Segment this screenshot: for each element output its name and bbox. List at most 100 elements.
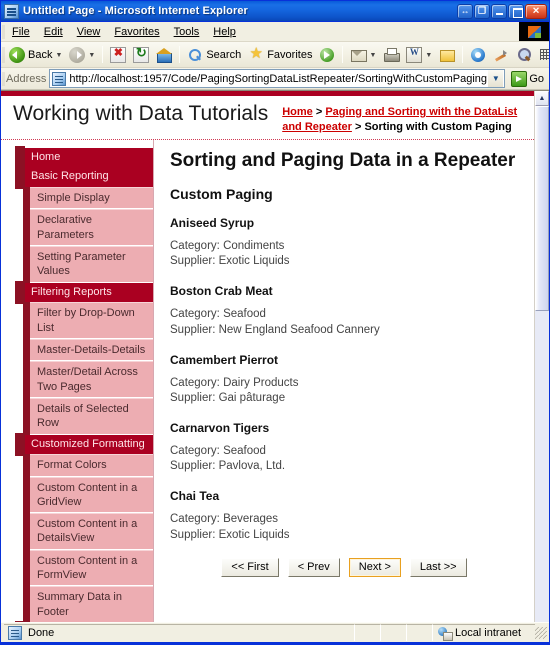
- status-panel-blank-2: [379, 624, 406, 641]
- category-value: Beverages: [223, 513, 279, 526]
- menu-help-label: Help: [213, 25, 236, 38]
- toolbar-separator: [102, 46, 104, 63]
- home-icon: [156, 47, 173, 63]
- home-button[interactable]: [153, 44, 175, 66]
- go-arrow-icon: [511, 70, 528, 87]
- sidebar-item-master-details-details[interactable]: Master-Details-Details: [30, 339, 153, 362]
- category-label: Category:: [170, 513, 220, 526]
- sidebar-item-setting-parameter-values[interactable]: Setting Parameter Values: [30, 246, 153, 283]
- status-panel-blank-1: [353, 624, 380, 641]
- messenger-button[interactable]: [467, 44, 489, 66]
- window-bottom-edge: [1, 642, 549, 644]
- vertical-scrollbar[interactable]: ▲: [534, 91, 549, 622]
- address-label: Address: [6, 72, 47, 85]
- menu-help[interactable]: Help: [206, 24, 243, 40]
- mail-button[interactable]: ▼: [347, 44, 379, 66]
- product-item: Carnarvon Tigers Category: Seafood Suppl…: [170, 421, 518, 474]
- print-icon: [383, 47, 401, 63]
- restore-window-button[interactable]: ❐: [474, 3, 490, 19]
- breadcrumb-separator: >: [351, 120, 365, 133]
- chevron-down-icon[interactable]: ▼: [88, 52, 95, 59]
- windows-flag-icon: [527, 25, 541, 38]
- prev-page-button[interactable]: < Prev: [287, 557, 340, 577]
- search-button[interactable]: Search: [184, 44, 244, 66]
- sidebar-item-format-colors[interactable]: Format Colors: [30, 454, 153, 477]
- grid-button[interactable]: [536, 44, 549, 66]
- window-title: Untitled Page - Microsoft Internet Explo…: [23, 5, 248, 17]
- chevron-down-icon[interactable]: ▼: [369, 52, 376, 59]
- supplier-value: Pavlova, Ltd.: [218, 460, 286, 473]
- menu-view-label: View: [76, 25, 101, 38]
- scrollbar-track[interactable]: [535, 106, 549, 622]
- resize-grip[interactable]: [535, 626, 547, 639]
- back-icon: [9, 46, 25, 63]
- product-name: Chai Tea: [170, 489, 220, 504]
- product-name: Boston Crab Meat: [170, 284, 273, 299]
- minimize-button[interactable]: [491, 3, 507, 19]
- address-input[interactable]: http://localhost:1957/Code/PagingSorting…: [49, 69, 506, 88]
- sidebar-item-details-of-selected-row[interactable]: Details of Selected Row: [30, 397, 153, 435]
- address-history-chevron-down-icon[interactable]: ▼: [488, 70, 504, 87]
- messenger-icon: [470, 47, 486, 63]
- restore-window-icon: ❐: [477, 5, 487, 15]
- forward-button[interactable]: ▼: [66, 44, 98, 66]
- sidebar-item-declarative-parameters[interactable]: Declarative Parameters: [30, 209, 153, 247]
- menu-file[interactable]: File: [5, 24, 37, 40]
- chevron-down-icon[interactable]: ▼: [425, 52, 432, 59]
- menu-favorites[interactable]: Favorites: [107, 24, 166, 40]
- close-button[interactable]: ✕: [525, 3, 547, 19]
- go-button[interactable]: Go: [508, 70, 547, 87]
- supplier-value: Gai pâturage: [218, 391, 286, 404]
- product-item: Camembert Pierrot Category: Dairy Produc…: [170, 353, 518, 406]
- sidebar-item-custom-content-in-a-gridview[interactable]: Custom Content in a GridView: [30, 476, 153, 514]
- refresh-button[interactable]: [130, 44, 152, 66]
- product-meta: Category: Seafood Supplier: New England …: [170, 307, 518, 337]
- sidebar-item-filter-by-drop-down-list[interactable]: Filter by Drop-Down List: [30, 302, 153, 340]
- maximize-button[interactable]: [508, 3, 524, 19]
- favorites-button[interactable]: Favorites: [245, 44, 315, 66]
- next-page-button[interactable]: Next >: [348, 557, 401, 577]
- stop-button[interactable]: [107, 44, 129, 66]
- research-button[interactable]: [490, 44, 512, 66]
- sidebar-item-custom-content-in-a-formview[interactable]: Custom Content in a FormView: [30, 549, 153, 587]
- breadcrumb-link-home[interactable]: Home: [282, 106, 313, 118]
- menu-tools-label: Tools: [173, 25, 200, 38]
- security-zone-panel[interactable]: Local intranet: [431, 624, 535, 641]
- breadcrumb-separator: >: [312, 106, 326, 118]
- edit-button[interactable]: ▼: [403, 44, 435, 66]
- print-button[interactable]: [380, 44, 402, 66]
- chevron-down-icon[interactable]: ▼: [55, 52, 62, 59]
- scrollbar-thumb[interactable]: [535, 106, 549, 311]
- sidebar-section-filtering-reports[interactable]: Filtering Reports: [15, 280, 153, 305]
- menu-view[interactable]: View: [70, 24, 108, 40]
- category-value: Seafood: [223, 308, 266, 321]
- search-label: Search: [206, 48, 242, 61]
- edit-icon: [406, 46, 423, 63]
- first-page-button[interactable]: << First: [221, 557, 279, 577]
- status-message: Done: [28, 627, 55, 639]
- back-button[interactable]: Back ▼: [6, 44, 65, 66]
- refresh-icon: [133, 45, 150, 63]
- scroll-up-button[interactable]: ▲: [535, 91, 549, 106]
- toolbar-separator: [179, 46, 181, 63]
- inspect-button[interactable]: [513, 44, 535, 66]
- search-icon: [187, 47, 203, 63]
- sidebar-item-simple-display[interactable]: Simple Display: [30, 187, 153, 210]
- media-button[interactable]: [316, 44, 338, 66]
- pager-controls: << First < Prev Next > Last >>: [170, 557, 518, 577]
- sidebar-section-customized-formatting[interactable]: Customized Formatting: [15, 432, 153, 456]
- research-pencil-icon: [493, 47, 509, 63]
- discuss-button[interactable]: [436, 44, 458, 66]
- last-page-button[interactable]: Last >>: [409, 557, 467, 577]
- sidebar-section-basic-reporting[interactable]: Basic Reporting: [15, 165, 153, 189]
- menu-tools[interactable]: Tools: [167, 24, 207, 40]
- sidebar-item-home[interactable]: Home: [15, 145, 153, 170]
- title-bar: Untitled Page - Microsoft Internet Explo…: [1, 1, 549, 22]
- sidebar-item-master-detail-across-two-pages[interactable]: Master/Detail Across Two Pages: [30, 361, 153, 398]
- browser-window: Untitled Page - Microsoft Internet Explo…: [0, 0, 550, 645]
- sidebar-item-custom-content-in-a-detailsview[interactable]: Custom Content in a DetailsView: [30, 513, 153, 550]
- sidebar-item-summary-data-in-footer[interactable]: Summary Data in Footer: [30, 586, 153, 622]
- grid-icon: [539, 47, 549, 63]
- restore-group-button[interactable]: ↔: [457, 3, 473, 19]
- menu-edit[interactable]: Edit: [37, 24, 70, 40]
